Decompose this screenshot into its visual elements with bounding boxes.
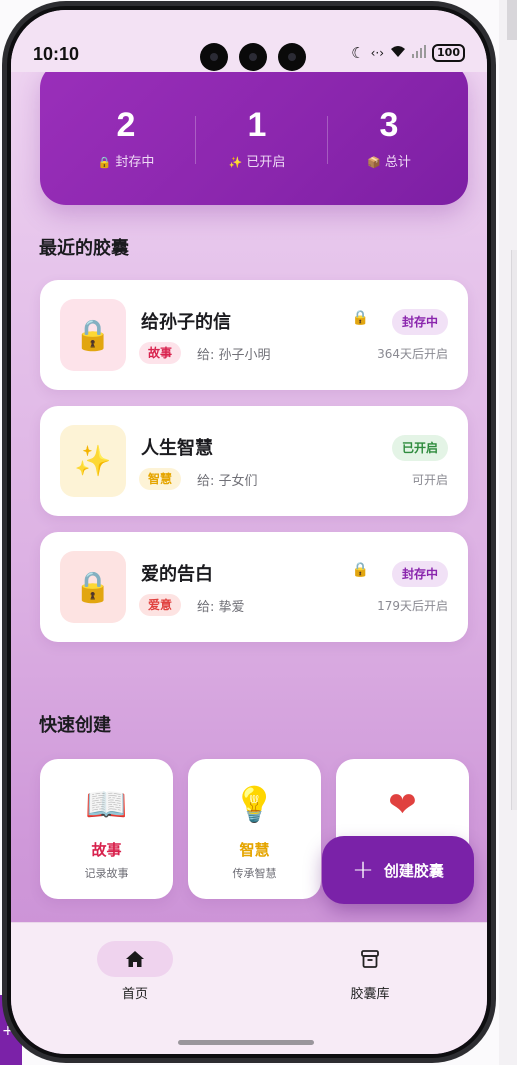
archive-icon: [361, 950, 379, 968]
home-icon: [126, 951, 144, 967]
nav-label: 胶囊库: [350, 987, 390, 1002]
stat-label-row: ✨ 已开启: [191, 151, 323, 170]
stat-label: 封存中: [115, 155, 155, 170]
capsule-card[interactable]: ✨ 人生智慧 智慧 给: 子女们 已开启 可开启: [40, 406, 468, 516]
background-window-edge: [499, 0, 517, 1065]
plus-icon: +: [352, 855, 374, 885]
quick-subtitle: 传承智慧: [232, 867, 277, 880]
camera-icon: [278, 43, 306, 71]
capsule-recipient: 给: 孙子小明: [197, 348, 271, 363]
quick-title: 故事: [91, 841, 122, 859]
nav-item-library[interactable]: 胶囊库: [310, 941, 430, 1002]
quick-section-title: 快速创建: [39, 715, 111, 736]
signal-icon: [412, 44, 427, 62]
stat-label-row: 🔒 封存中: [60, 151, 192, 170]
moon-icon: ☾: [351, 44, 365, 62]
create-capsule-button[interactable]: + 创建胶囊: [322, 836, 474, 904]
capsule-category-tag: 智慧: [139, 468, 182, 490]
phone-frame: 10:10 ☾ ‹·› 100 2 🔒 封存中 1 ✨ 已开启 3 📦 总计 最…: [2, 1, 496, 1063]
sync-icon: ‹·›: [370, 46, 385, 60]
capsule-title: 爱的告白: [141, 564, 213, 585]
small-lock-icon: 🔒: [351, 310, 369, 326]
stage: + 10:10 ☾ ‹·› 100 2 🔒 封存中 1 ✨ 已开启 3 📦 总计…: [0, 0, 517, 1065]
capsule-recipient: 给: 子女们: [197, 474, 258, 489]
recent-section-title: 最近的胶囊: [39, 238, 129, 259]
stat-label: 总计: [384, 155, 411, 170]
home-indicator[interactable]: [178, 1040, 314, 1045]
quick-create-wisdom[interactable]: 💡 智慧 传承智慧: [188, 759, 321, 899]
stat-label-row: 📦 总计: [323, 151, 455, 170]
capsule-card[interactable]: 🔒 给孙子的信 故事 给: 孙子小明 🔒 封存中 364天后开启: [40, 280, 468, 390]
status-time: 10:10: [33, 44, 80, 64]
nav-item-home[interactable]: 首页: [75, 941, 195, 1002]
stat-value: 3: [379, 106, 399, 144]
nav-pill: [332, 941, 408, 977]
camera-icon: [200, 43, 228, 71]
stat-total: 3 📦 总计: [323, 106, 455, 170]
heart-icon: ❤: [388, 785, 417, 825]
quick-create-story[interactable]: 📖 故事 记录故事: [40, 759, 173, 899]
nav-active-pill: [97, 941, 173, 977]
capsule-card[interactable]: 🔒 爱的告白 爱意 给: 挚爱 🔒 封存中 179天后开启: [40, 532, 468, 642]
small-lock-icon: 🔒: [351, 562, 369, 578]
stats-card: 2 🔒 封存中 1 ✨ 已开启 3 📦 总计: [40, 62, 468, 205]
capsule-category-tag: 爱意: [139, 594, 182, 616]
sparkle-icon: ✨: [228, 156, 243, 169]
stat-label: 已开启: [246, 155, 286, 170]
status-bar: 10:10 ☾ ‹·› 100: [11, 10, 487, 72]
capsule-status-badge: 封存中: [391, 309, 448, 335]
status-icons: ☾ ‹·› 100: [351, 44, 465, 62]
stat-value: 2: [116, 106, 136, 144]
quick-subtitle: 记录故事: [84, 867, 129, 880]
capsule-title: 给孙子的信: [141, 312, 231, 333]
lightbulb-icon: 💡: [233, 785, 276, 825]
capsule-recipient: 给: 挚爱: [197, 600, 245, 615]
wifi-icon: [390, 44, 406, 62]
create-capsule-label: 创建胶囊: [383, 861, 444, 880]
nav-label: 首页: [121, 987, 148, 1002]
stat-value: 1: [247, 106, 267, 144]
camera-icon: [239, 43, 267, 71]
lock-icon: 🔒: [60, 299, 126, 371]
window-nub: [507, 0, 517, 40]
book-icon: 📖: [85, 785, 128, 825]
quick-title: 智慧: [239, 841, 270, 859]
app-screen: 10:10 ☾ ‹·› 100 2 🔒 封存中 1 ✨ 已开启 3 📦 总计 最…: [11, 10, 487, 1054]
sparkle-icon: ✨: [60, 425, 126, 497]
bottom-nav: 首页 胶囊库: [11, 922, 487, 1054]
box-icon: 📦: [367, 156, 381, 169]
capsule-title: 人生智慧: [141, 438, 213, 459]
lock-icon: 🔒: [60, 551, 126, 623]
stat-opened: 1 ✨ 已开启: [191, 106, 323, 170]
battery-icon: 100: [432, 44, 465, 62]
capsule-open-time: 364天后开启: [377, 347, 448, 361]
capsule-status-badge: 已开启: [391, 435, 448, 461]
capsule-open-time: 可开启: [411, 473, 448, 487]
capsule-category-tag: 故事: [139, 342, 182, 364]
window-edge-panel: [511, 250, 517, 810]
stat-sealed: 2 🔒 封存中: [60, 106, 192, 170]
capsule-open-time: 179天后开启: [377, 599, 448, 613]
capsule-status-badge: 封存中: [391, 561, 448, 587]
lock-icon: 🔒: [97, 156, 112, 169]
phone-bezel: 10:10 ☾ ‹·› 100 2 🔒 封存中 1 ✨ 已开启 3 📦 总计 最…: [7, 6, 491, 1058]
